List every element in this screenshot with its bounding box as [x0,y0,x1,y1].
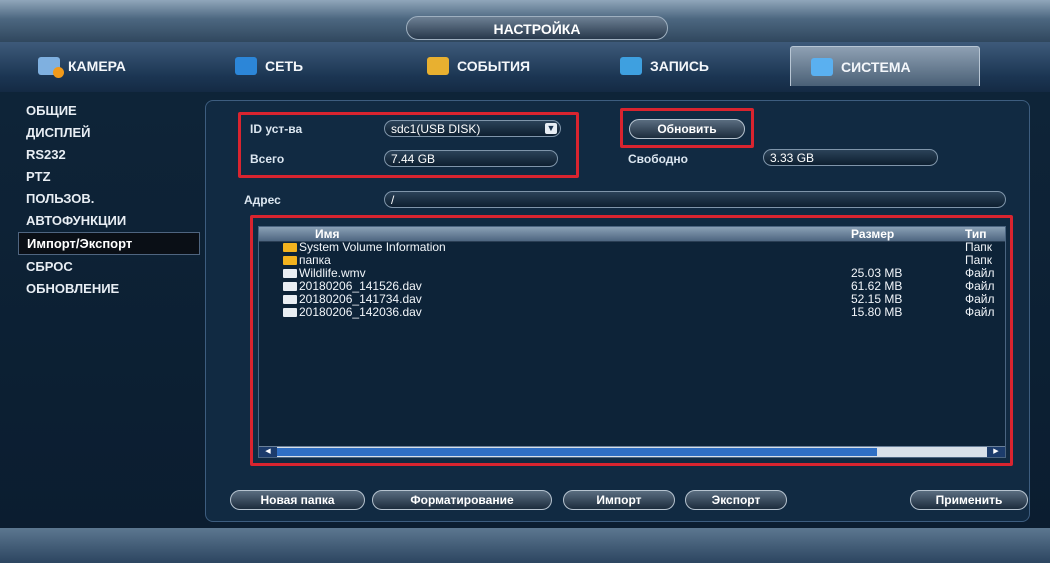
file-name: 20180206_142036.dav [299,305,422,319]
device-id-value: sdc1(USB DISK) [391,122,481,136]
bottom-bar [0,528,1050,563]
sidebar-item-ptz[interactable]: PTZ [18,166,198,187]
folder-icon [283,256,297,265]
scroll-thumb[interactable] [277,448,877,456]
tab-label: СИСТЕМА [841,58,911,75]
sidebar-item-display[interactable]: ДИСПЛЕЙ [18,122,198,143]
scroll-left-icon[interactable]: ◀ [259,447,277,457]
tab-label: СОБЫТИЯ [457,58,531,74]
tab-camera[interactable]: КАМЕРА [18,46,178,86]
camera-icon [38,57,64,78]
sidebar-item-general[interactable]: ОБЩИЕ [18,100,198,121]
dropdown-arrow-icon[interactable]: ▼ [545,123,557,134]
sidebar-item-update[interactable]: ОБНОВЛЕНИЕ [18,278,198,299]
tab-label: КАМЕРА [68,58,126,74]
file-icon [283,269,297,278]
import-button[interactable]: Импорт [563,490,675,510]
free-label: Свободно [628,152,688,166]
tab-record[interactable]: ЗАПИСЬ [600,46,770,86]
list-item[interactable]: System Volume Information Папк [259,241,1005,254]
tab-label: ЗАПИСЬ [650,58,709,74]
file-size: 15.80 MB [851,305,903,319]
tab-label: СЕТЬ [265,58,304,74]
tab-network[interactable]: СЕТЬ [215,46,365,86]
sidebar-item-reset[interactable]: СБРОС [18,256,198,277]
new-folder-button[interactable]: Новая папка [230,490,365,510]
file-icon [283,308,297,317]
folder-icon [283,243,297,252]
sidebar-item-auto-functions[interactable]: АВТОФУНКЦИИ [18,210,198,231]
sidebar-item-users[interactable]: ПОЛЬЗОВ. [18,188,198,209]
horizontal-scrollbar[interactable]: ◀ ▶ [259,446,1005,457]
file-icon [283,282,297,291]
total-field: 7.44 GB [384,150,558,167]
address-input[interactable]: / [384,191,1006,208]
event-icon [427,57,449,75]
system-icon [811,57,833,76]
column-type[interactable]: Тип [965,227,987,241]
format-button[interactable]: Форматирование [372,490,552,510]
total-label: Всего [250,152,285,166]
sidebar: ОБЩИЕ ДИСПЛЕЙ RS232 PTZ ПОЛЬЗОВ. АВТОФУН… [18,100,200,300]
sidebar-item-import-export[interactable]: Импорт/Экспорт [18,232,200,255]
device-id-label: ID уст-ва [250,122,303,136]
apply-button[interactable]: Применить [910,490,1028,510]
tab-events[interactable]: СОБЫТИЯ [407,46,577,86]
scroll-right-icon[interactable]: ▶ [987,447,1005,457]
file-icon [283,295,297,304]
refresh-button[interactable]: Обновить [629,119,745,139]
network-icon [235,57,257,75]
list-item[interactable]: 20180206_142036.dav 15.80 MB Файл [259,306,1005,319]
column-name[interactable]: Имя [315,227,340,241]
address-label: Адрес [244,193,281,207]
free-field: 3.33 GB [763,149,938,166]
sidebar-item-rs232[interactable]: RS232 [18,144,198,165]
tab-system[interactable]: СИСТЕМА [790,46,980,86]
device-id-select[interactable]: sdc1(USB DISK) ▼ [384,120,561,137]
record-icon [620,57,642,75]
file-type: Файл [965,305,995,319]
column-size[interactable]: Размер [851,227,894,241]
export-button[interactable]: Экспорт [685,490,787,510]
page-title: НАСТРОЙКА [406,16,668,40]
file-list[interactable]: Имя Размер Тип System Volume Information… [258,226,1006,458]
